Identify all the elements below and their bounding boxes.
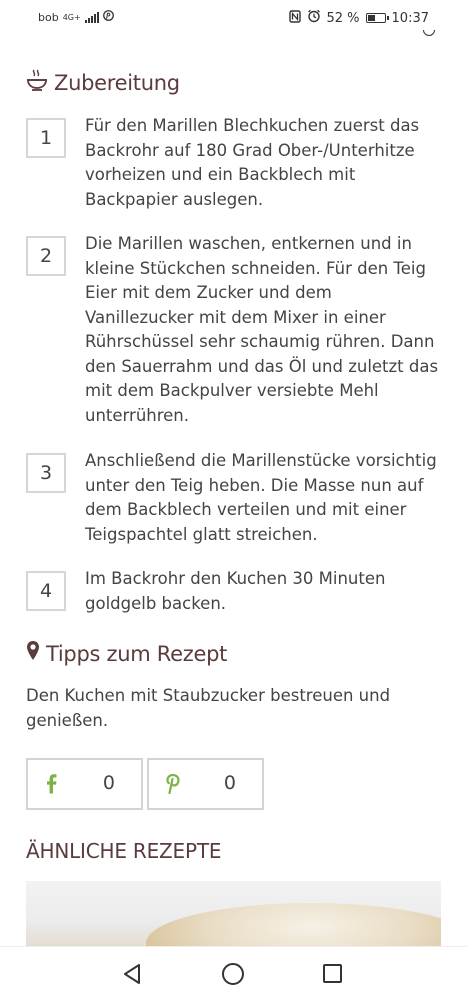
tips-heading: Tipps zum Rezept <box>26 640 227 667</box>
map-pin-icon <box>26 640 40 667</box>
status-bar-left: bob 4G+ <box>38 10 114 24</box>
pinterest-share-count: 0 <box>223 772 236 794</box>
alarm-icon <box>307 9 321 27</box>
back-triangle-icon[interactable] <box>122 963 142 990</box>
step-text: Für den Marillen Blechkuchen zuerst das … <box>85 116 420 209</box>
battery-level <box>367 15 376 21</box>
clock: 10:37 <box>391 10 429 26</box>
step-text: Anschließend die Marillenstücke vorsicht… <box>85 451 437 544</box>
carrier-name: bob <box>38 10 59 24</box>
pinterest-share-button[interactable]: 0 <box>147 758 264 810</box>
step-text: Im Backrohr den Kuchen 30 Minuten goldge… <box>85 569 386 613</box>
step-text: Die Marillen waschen, entkernen und in k… <box>85 234 439 425</box>
step-number: 1 <box>26 118 66 158</box>
status-bar-right: 52 % 10:37 <box>288 9 429 27</box>
step-number: 2 <box>26 236 66 276</box>
partial-icon <box>423 30 435 36</box>
status-bar: bob 4G+ 52 % 10:37 <box>0 0 467 36</box>
similar-recipe-image[interactable] <box>26 881 441 947</box>
navigation-bar <box>0 946 467 1000</box>
similar-recipes-heading: ÄHNLICHE REZEPTE <box>26 839 222 863</box>
signal-icon <box>84 11 99 23</box>
facebook-share-count: 0 <box>102 772 115 794</box>
step-number: 4 <box>26 571 66 611</box>
recent-apps-square-icon[interactable] <box>323 964 342 983</box>
nfc-icon <box>288 9 301 27</box>
preparation-title: Zubereitung <box>54 70 180 95</box>
cake-image-shape <box>146 903 441 947</box>
tips-title: Tipps zum Rezept <box>46 641 228 666</box>
dish-icon <box>26 68 48 97</box>
facebook-share-button[interactable]: 0 <box>26 758 143 810</box>
pinterest-notification-icon <box>102 10 114 24</box>
facebook-icon <box>42 773 62 795</box>
battery-percent: 52 % <box>326 10 360 26</box>
step-number: 3 <box>26 453 66 493</box>
pinterest-icon <box>163 773 183 795</box>
battery-icon <box>365 13 389 23</box>
home-circle-icon[interactable] <box>222 963 244 985</box>
tips-text: Den Kuchen mit Staubzucker bestreuen und… <box>26 686 391 730</box>
network-type: 4G+ <box>62 12 81 22</box>
preparation-heading: Zubereitung <box>26 68 180 97</box>
